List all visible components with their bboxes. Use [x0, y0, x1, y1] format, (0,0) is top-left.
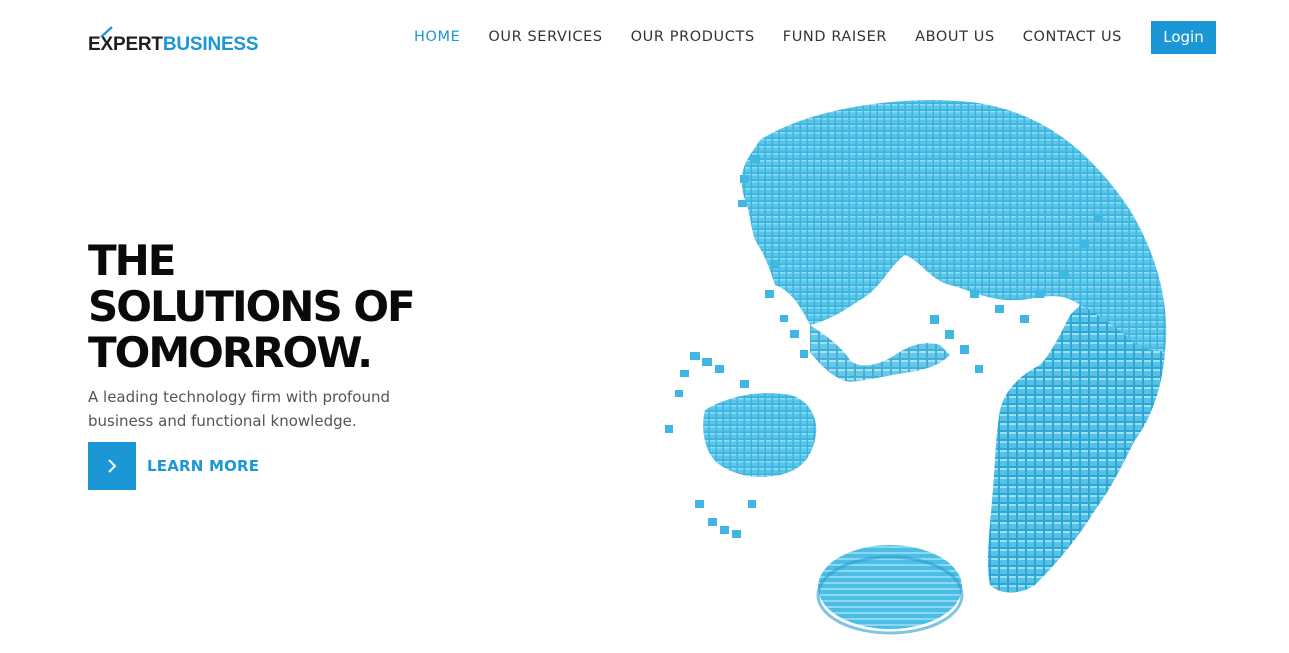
- globe-landmass-north: [741, 100, 1167, 352]
- nav-item-our-services[interactable]: OUR SERVICES: [488, 21, 602, 54]
- nav-item-our-products[interactable]: OUR PRODUCTS: [631, 21, 755, 54]
- learn-more-button[interactable]: [88, 442, 136, 490]
- chevron-right-icon: [108, 459, 117, 473]
- globe-landmass-australia: [703, 393, 817, 477]
- main-nav: HOME OUR SERVICES OUR PRODUCTS FUND RAIS…: [386, 21, 1216, 54]
- brand-logo[interactable]: E X PERT BUSINESS: [88, 24, 259, 55]
- logo-text-pert: PERT: [112, 34, 163, 55]
- hero-title-line-3: TOMORROW.: [88, 328, 373, 377]
- hero-title: THE SOLUTIONS OF TOMORROW.: [88, 236, 416, 377]
- nav-item-about-us[interactable]: ABOUT US: [915, 21, 995, 54]
- page: E X PERT BUSINESS HOME OUR SERVICES OUR …: [0, 0, 1289, 653]
- globe-illustration: [665, 100, 1167, 635]
- nav-item-contact-us[interactable]: CONTACT US: [1023, 21, 1122, 54]
- globe-landmass-sea: [810, 325, 950, 382]
- logo-arrow-icon: [100, 26, 114, 38]
- nav-item-fund-raiser[interactable]: FUND RAISER: [783, 21, 887, 54]
- globe-landmass-americas: [987, 305, 1165, 593]
- learn-more-link[interactable]: LEARN MORE: [88, 442, 259, 490]
- learn-more-label[interactable]: LEARN MORE: [147, 457, 259, 475]
- hero-title-line-2: SOLUTIONS OF: [88, 282, 416, 331]
- logo-text-business: BUSINESS: [162, 34, 259, 55]
- login-button[interactable]: Login: [1151, 21, 1216, 54]
- hero-subtitle: A leading technology firm with profound …: [88, 388, 391, 430]
- logo-letter-x: X: [100, 26, 114, 54]
- nav-item-home[interactable]: HOME: [414, 21, 460, 54]
- hero-title-line-1: THE: [88, 236, 176, 285]
